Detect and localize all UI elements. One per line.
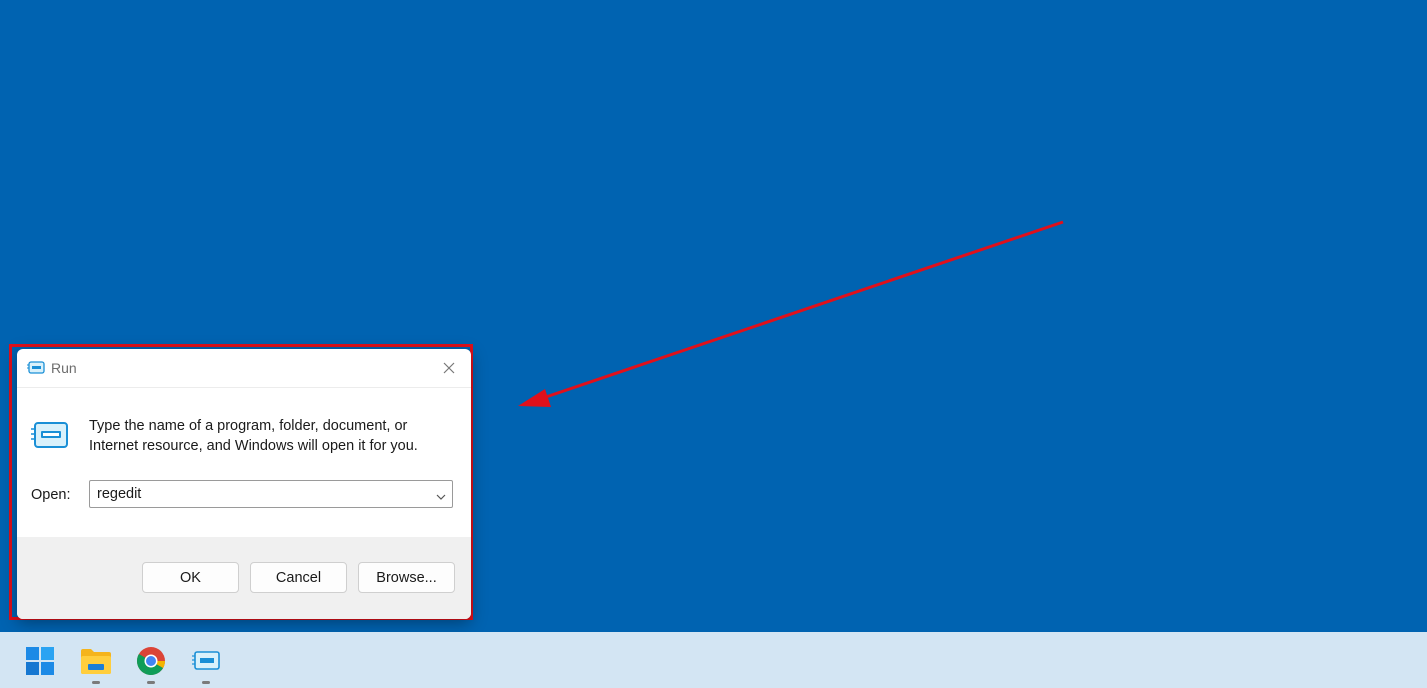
windows-logo-icon: [26, 647, 54, 675]
taskbar-run[interactable]: [189, 644, 223, 678]
title-bar[interactable]: Run: [17, 349, 471, 388]
open-input[interactable]: [90, 481, 427, 507]
run-icon: [31, 421, 69, 456]
ok-button[interactable]: OK: [142, 562, 239, 593]
dialog-body: Type the name of a program, folder, docu…: [17, 388, 471, 537]
dialog-title: Run: [51, 360, 77, 376]
folder-icon: [81, 649, 111, 674]
cancel-button[interactable]: Cancel: [250, 562, 347, 593]
run-icon: [192, 651, 220, 670]
running-indicator: [92, 681, 100, 684]
chevron-down-icon[interactable]: [435, 489, 447, 507]
running-indicator: [202, 681, 210, 684]
dialog-footer: OK Cancel Browse...: [17, 537, 471, 619]
taskbar-start-button[interactable]: [23, 644, 57, 678]
browse-button[interactable]: Browse...: [358, 562, 455, 593]
taskbar: [0, 632, 1427, 688]
run-dialog: Run Type the name of a program, folder, …: [17, 349, 471, 619]
run-icon: [27, 361, 45, 380]
open-label: Open:: [31, 487, 71, 503]
description-line: Internet resource, and Windows will open…: [89, 438, 418, 454]
description-line: Type the name of a program, folder, docu…: [89, 418, 408, 434]
chrome-icon: [137, 647, 165, 675]
taskbar-chrome[interactable]: [134, 644, 168, 678]
close-icon: [443, 362, 455, 374]
open-combobox[interactable]: [89, 480, 453, 508]
close-button[interactable]: [427, 349, 471, 387]
dialog-description: Type the name of a program, folder, docu…: [89, 416, 449, 456]
running-indicator: [147, 681, 155, 684]
taskbar-file-explorer[interactable]: [79, 644, 113, 678]
